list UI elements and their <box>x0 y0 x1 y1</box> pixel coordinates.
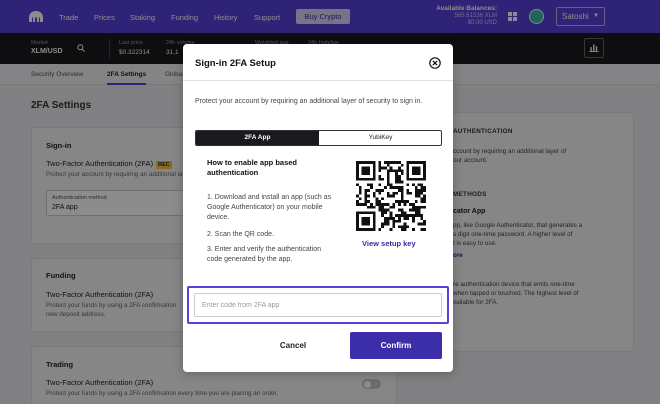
qr-code <box>356 161 426 231</box>
modal-divider <box>183 80 453 81</box>
verification-code-input[interactable] <box>194 293 442 317</box>
close-icon[interactable] <box>429 57 441 69</box>
modal-title: Sign-in 2FA Setup <box>195 58 276 69</box>
tab-2fa-app[interactable]: 2FA App <box>196 131 319 145</box>
cancel-button[interactable]: Cancel <box>253 338 333 354</box>
tab-yubikey[interactable]: YubiKey <box>319 131 441 145</box>
2fa-setup-modal: Sign-in 2FA Setup Protect your account b… <box>183 44 453 372</box>
code-input-focus-ring <box>187 286 449 324</box>
step-2: 2. Scan the QR code. <box>207 231 274 238</box>
how-to-title: How to enable app based authentication <box>207 158 298 177</box>
confirm-button[interactable]: Confirm <box>350 332 442 359</box>
modal-description: Protect your account by requiring an add… <box>195 98 423 105</box>
view-setup-key-link[interactable]: View setup key <box>362 239 416 248</box>
step-1: 1. Download and install an app (such as … <box>207 194 332 221</box>
step-3: 3. Enter and verify the authentication c… <box>207 246 322 263</box>
method-segmented-control: 2FA App YubiKey <box>195 130 442 146</box>
